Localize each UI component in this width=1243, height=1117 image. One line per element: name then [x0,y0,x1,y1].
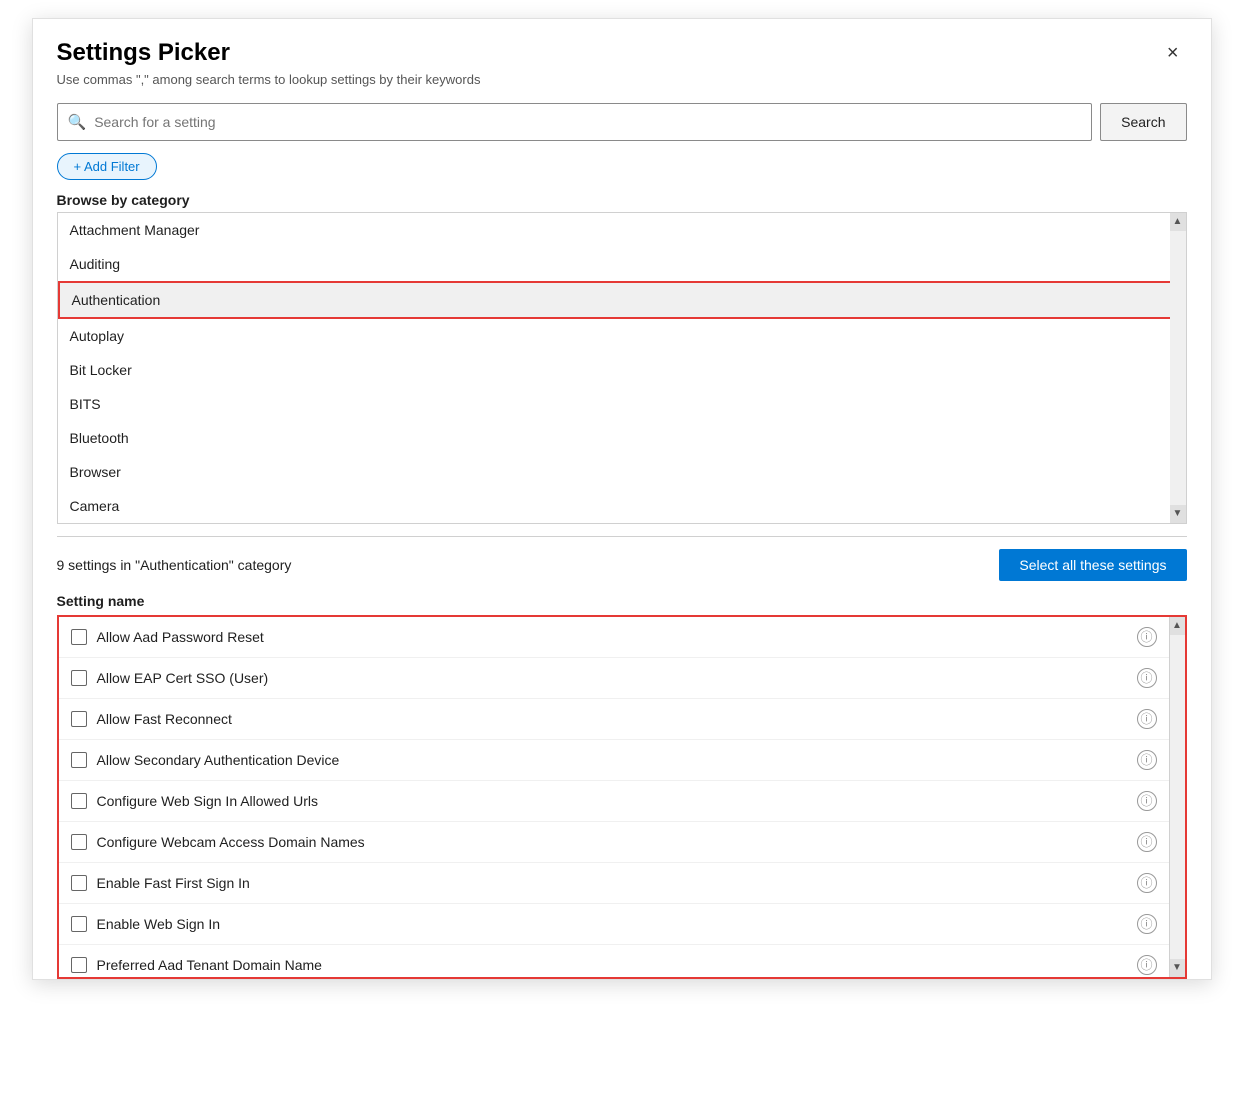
category-list-container: Attachment Manager Auditing Authenticati… [57,212,1187,524]
info-icon[interactable]: ⓘ [1137,668,1157,688]
search-input[interactable] [94,114,1081,130]
list-item[interactable]: Configure Webcam Access Domain Names ⓘ [59,822,1169,863]
setting-name: Configure Webcam Access Domain Names [97,834,1137,850]
info-icon[interactable]: ⓘ [1137,914,1157,934]
category-item[interactable]: Browser [58,455,1186,489]
setting-name: Allow EAP Cert SSO (User) [97,670,1137,686]
info-icon[interactable]: ⓘ [1137,791,1157,811]
setting-checkbox[interactable] [71,629,87,645]
browse-section: Browse by category Attachment Manager Au… [33,188,1211,524]
setting-checkbox[interactable] [71,670,87,686]
setting-checkbox[interactable] [71,875,87,891]
info-icon[interactable]: ⓘ [1137,955,1157,975]
settings-section: 9 settings in "Authentication" category … [33,537,1211,979]
settings-scrollbar[interactable]: ▲ ▼ [1169,617,1185,977]
category-item[interactable]: Auditing [58,247,1186,281]
search-icon: 🔍 [68,113,87,131]
browse-title: Browse by category [57,192,1187,208]
scroll-up-arrow[interactable]: ▲ [1170,213,1186,231]
category-item[interactable]: BITS [58,387,1186,421]
setting-checkbox[interactable] [71,957,87,973]
list-item[interactable]: Allow Secondary Authentication Device ⓘ [59,740,1169,781]
category-item[interactable]: Bluetooth [58,421,1186,455]
category-item[interactable]: Autoplay [58,319,1186,353]
setting-checkbox[interactable] [71,793,87,809]
dialog-header: Settings Picker Use commas "," among sea… [33,19,1211,95]
setting-name: Preferred Aad Tenant Domain Name [97,957,1137,973]
settings-column-header: Setting name [57,589,1187,615]
category-list: Attachment Manager Auditing Authenticati… [58,213,1186,523]
category-item[interactable]: Camera [58,489,1186,523]
setting-checkbox[interactable] [71,834,87,850]
settings-scroll-down[interactable]: ▼ [1170,959,1185,977]
info-icon[interactable]: ⓘ [1137,709,1157,729]
add-filter-button[interactable]: + Add Filter [57,153,157,180]
list-item[interactable]: Preferred Aad Tenant Domain Name ⓘ [59,945,1169,977]
setting-checkbox[interactable] [71,916,87,932]
scroll-down-arrow[interactable]: ▼ [1170,505,1186,523]
category-scrollbar[interactable]: ▲ ▼ [1170,213,1186,523]
list-item[interactable]: Enable Fast First Sign In ⓘ [59,863,1169,904]
search-input-wrapper: 🔍 [57,103,1093,141]
search-row: 🔍 Search [33,95,1211,149]
category-item-authentication[interactable]: Authentication [58,281,1186,319]
dialog-subtitle: Use commas "," among search terms to loo… [57,72,481,87]
settings-header-row: 9 settings in "Authentication" category … [57,549,1187,581]
filter-row: + Add Filter [33,149,1211,188]
setting-name: Configure Web Sign In Allowed Urls [97,793,1137,809]
setting-name: Allow Secondary Authentication Device [97,752,1137,768]
select-all-button[interactable]: Select all these settings [999,549,1186,581]
settings-count: 9 settings in "Authentication" category [57,557,292,573]
setting-checkbox[interactable] [71,711,87,727]
search-button[interactable]: Search [1100,103,1186,141]
list-item[interactable]: Allow EAP Cert SSO (User) ⓘ [59,658,1169,699]
settings-scrollable: Allow Aad Password Reset ⓘ Allow EAP Cer… [59,617,1185,977]
setting-name: Enable Fast First Sign In [97,875,1137,891]
settings-picker-dialog: Settings Picker Use commas "," among sea… [32,18,1212,980]
category-item[interactable]: Attachment Manager [58,213,1186,247]
setting-name: Allow Fast Reconnect [97,711,1137,727]
close-button[interactable]: × [1159,39,1187,67]
list-item[interactable]: Allow Fast Reconnect ⓘ [59,699,1169,740]
list-item[interactable]: Configure Web Sign In Allowed Urls ⓘ [59,781,1169,822]
info-icon[interactable]: ⓘ [1137,832,1157,852]
setting-name: Allow Aad Password Reset [97,629,1137,645]
info-icon[interactable]: ⓘ [1137,873,1157,893]
settings-list: Allow Aad Password Reset ⓘ Allow EAP Cer… [59,617,1169,977]
settings-scroll-up[interactable]: ▲ [1170,617,1185,635]
setting-checkbox[interactable] [71,752,87,768]
dialog-title-block: Settings Picker Use commas "," among sea… [57,39,481,87]
info-icon[interactable]: ⓘ [1137,627,1157,647]
dialog-title: Settings Picker [57,39,481,68]
list-item[interactable]: Enable Web Sign In ⓘ [59,904,1169,945]
list-item[interactable]: Allow Aad Password Reset ⓘ [59,617,1169,658]
setting-name: Enable Web Sign In [97,916,1137,932]
info-icon[interactable]: ⓘ [1137,750,1157,770]
settings-list-container: Allow Aad Password Reset ⓘ Allow EAP Cer… [57,615,1187,979]
category-item[interactable]: Bit Locker [58,353,1186,387]
